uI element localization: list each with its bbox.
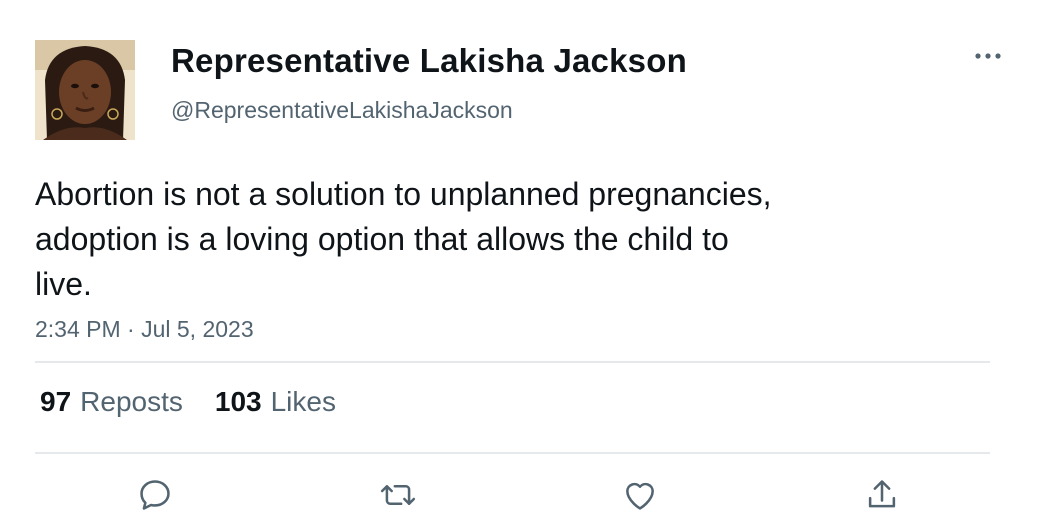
reply-button[interactable]	[134, 474, 176, 516]
reply-icon	[140, 480, 170, 510]
share-button[interactable]	[861, 474, 903, 516]
engagement-stats: 97 Reposts 103 Likes	[40, 386, 336, 418]
tweet-text: Abortion is not a solution to unplanned …	[35, 176, 772, 302]
repost-button[interactable]	[377, 474, 419, 516]
more-options-icon[interactable]	[972, 40, 1004, 72]
author-name[interactable]: Representative Lakisha Jackson	[171, 42, 687, 80]
like-button[interactable]	[619, 474, 661, 516]
author-handle[interactable]: @RepresentativeLakishaJackson	[171, 97, 513, 124]
tweet-timestamp[interactable]: 2:34 PM · Jul 5, 2023	[35, 316, 254, 343]
share-icon	[868, 480, 896, 508]
avatar[interactable]	[35, 40, 135, 140]
divider	[35, 452, 990, 454]
reposts-stat[interactable]: 97 Reposts	[40, 386, 183, 418]
likes-count: 103	[214, 386, 262, 417]
likes-label: Likes	[270, 386, 336, 417]
reposts-label: Reposts	[80, 386, 183, 417]
divider	[35, 361, 990, 363]
repost-icon	[380, 485, 416, 505]
reposts-count: 97	[40, 386, 72, 417]
like-icon	[626, 482, 654, 510]
likes-stat[interactable]: 103 Likes	[215, 386, 336, 418]
